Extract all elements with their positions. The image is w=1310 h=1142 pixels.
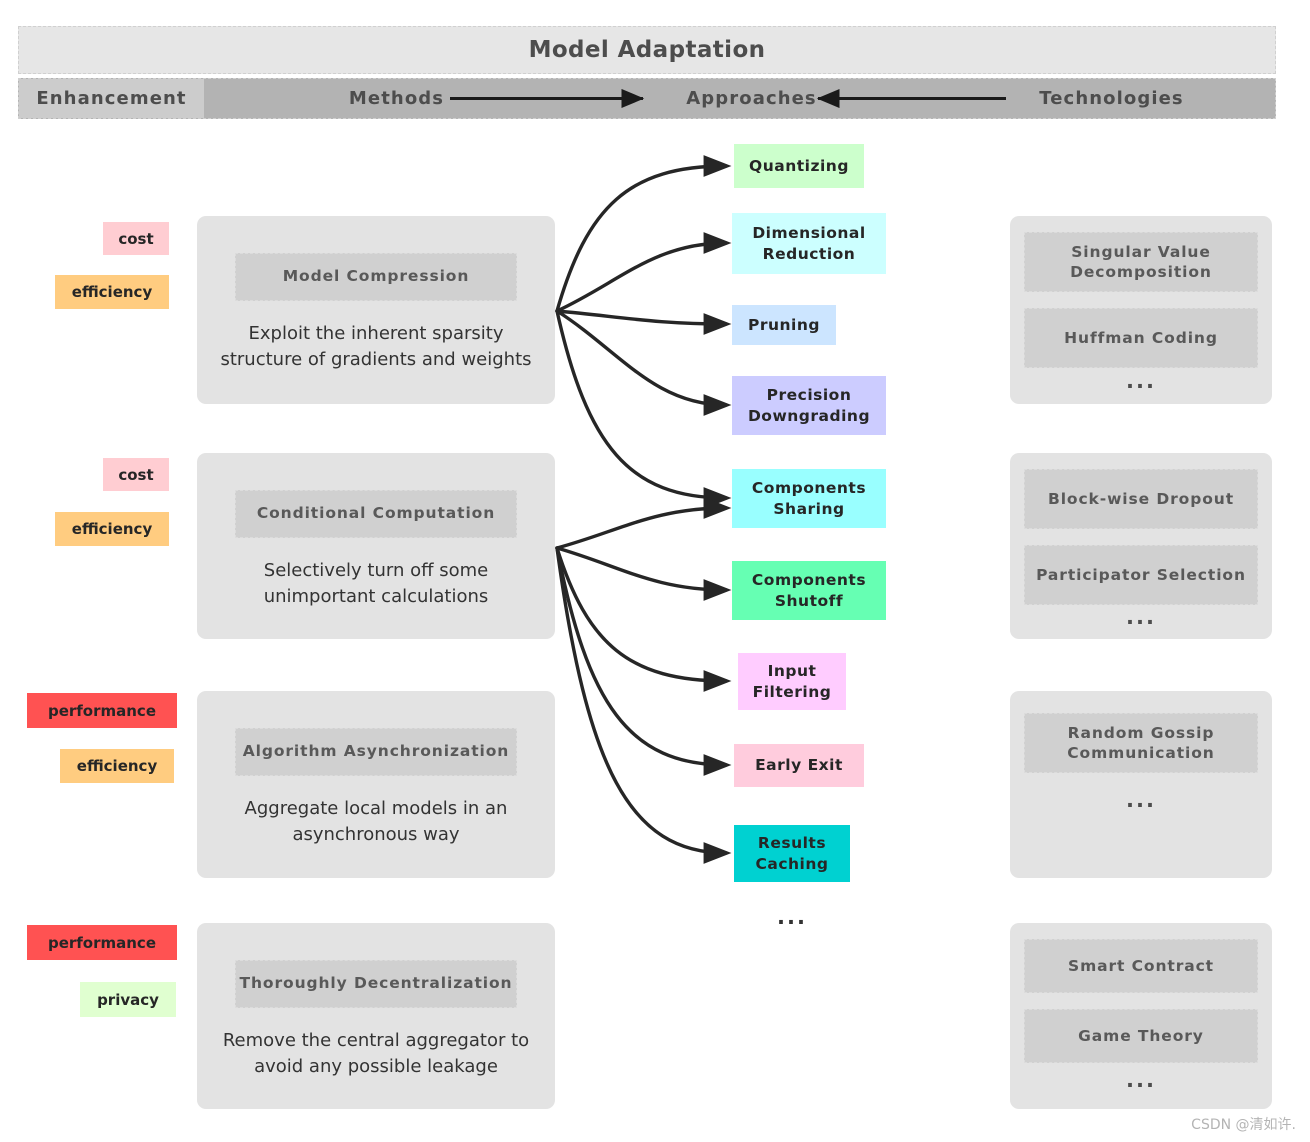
enhancement-badge: efficiency (55, 275, 169, 309)
approach-box[interactable]: Results Caching (734, 825, 850, 882)
approach-box[interactable]: Components Shutoff (732, 561, 886, 620)
enhancement-badge: performance (27, 693, 177, 728)
connector-edge (555, 546, 732, 601)
enhancement-badge: efficiency (55, 512, 169, 546)
connector-edge (555, 232, 732, 313)
technology-group: Random Gossip Communication... (1010, 691, 1272, 878)
method-description: Remove the central aggregator to avoid a… (222, 1030, 530, 1077)
approach-box[interactable]: Input Filtering (738, 653, 846, 710)
approach-box[interactable]: Pruning (732, 305, 836, 345)
enhancement-badge: cost (103, 222, 169, 255)
method-description: Selectively turn off some unimportant ca… (263, 560, 489, 607)
enhancement-badge: performance (27, 925, 177, 960)
method-title: Model Compression (235, 253, 517, 301)
method-title: Thoroughly Decentralization (235, 960, 517, 1008)
method-title: Conditional Computation (235, 490, 517, 538)
technology-item[interactable]: Smart Contract (1024, 939, 1258, 993)
technology-item[interactable]: Block-wise Dropout (1024, 469, 1258, 529)
approach-box[interactable]: Quantizing (734, 144, 864, 188)
method-card[interactable]: Model Compression Exploit the inherent sp… (197, 216, 555, 404)
approach-box[interactable]: Early Exit (734, 744, 864, 787)
connector-edge (555, 497, 732, 550)
technology-item[interactable]: Game Theory (1024, 1009, 1258, 1063)
approach-ellipsis: ... (777, 905, 807, 929)
connector-edge (555, 309, 732, 335)
technology-item[interactable]: Participator Selection (1024, 545, 1258, 605)
approach-box[interactable]: Precision Downgrading (732, 376, 886, 435)
connector-edge (555, 155, 732, 313)
approach-box[interactable]: Components Sharing (732, 469, 886, 528)
approach-box[interactable]: Dimensional Reduction (732, 213, 886, 274)
connector-edge (555, 546, 732, 776)
method-title: Algorithm Asynchronization (235, 728, 517, 776)
enhancement-badge: privacy (80, 982, 176, 1017)
connector-edge (555, 546, 732, 864)
technology-ellipsis: ... (1126, 788, 1156, 812)
technology-item[interactable]: Huffman Coding (1024, 308, 1258, 368)
method-card[interactable]: Algorithm Asynchronization Aggregate loca… (197, 691, 555, 878)
technology-ellipsis: ... (1126, 369, 1156, 393)
enhancement-badge: cost (103, 458, 169, 491)
method-card[interactable]: Conditional Computation Selectively turn … (197, 453, 555, 639)
enhancement-badge: efficiency (60, 749, 174, 783)
diagram-canvas: Model Adaptation Enhancement Methods App… (0, 0, 1310, 1142)
method-description: Exploit the inherent sparsity structure … (220, 323, 532, 370)
technology-group: Smart Contract Game Theory... (1010, 923, 1272, 1109)
connector-edge (555, 309, 732, 509)
method-description: Aggregate local models in an asynchronou… (244, 798, 508, 845)
technology-item[interactable]: Singular Value Decomposition (1024, 232, 1258, 292)
connector-edge (555, 546, 732, 692)
method-card[interactable]: Thoroughly Decentralization Remove the ce… (197, 923, 555, 1109)
page-title: Model Adaptation (18, 26, 1276, 74)
technology-ellipsis: ... (1126, 605, 1156, 629)
connector-edge (555, 309, 732, 416)
technology-ellipsis: ... (1126, 1068, 1156, 1092)
watermark: CSDN @清如许. (1191, 1117, 1296, 1133)
technology-group: Singular Value Decomposition Huffman Codi… (1010, 216, 1272, 404)
header-arrows (450, 88, 1006, 109)
technology-item[interactable]: Random Gossip Communication (1024, 713, 1258, 773)
technology-group: Block-wise Dropout Participator Selection… (1010, 453, 1272, 639)
